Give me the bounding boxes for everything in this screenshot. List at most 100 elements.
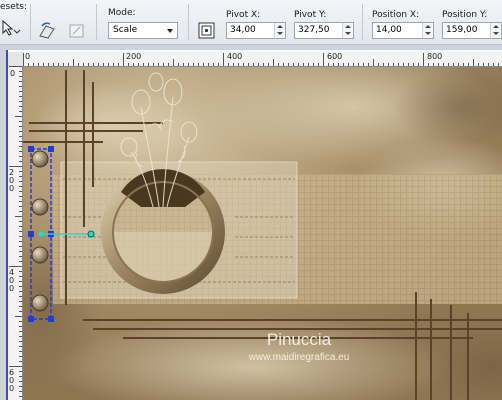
ruler-tick	[188, 63, 189, 66]
ruler-label: 400	[227, 52, 243, 61]
ruler-tick	[143, 63, 144, 66]
ruler-tick	[363, 63, 364, 66]
ruler-tick	[463, 63, 464, 66]
ruler-corner	[8, 52, 24, 67]
ruler-tick	[158, 63, 159, 66]
ruler-tick	[9, 166, 22, 167]
ruler-tick	[118, 63, 119, 66]
ruler-tick	[19, 201, 22, 202]
ruler-tick	[248, 63, 249, 66]
ruler-tick	[453, 63, 454, 66]
ruler-label: 200	[126, 52, 142, 61]
ruler-tick	[403, 63, 404, 66]
ruler-tick	[368, 63, 369, 66]
ruler-tick	[19, 256, 22, 257]
ruler-tick	[133, 63, 134, 66]
ruler-tick	[293, 63, 294, 66]
ruler-tick	[483, 63, 484, 66]
ruler-tick	[63, 63, 64, 66]
ruler-tick	[288, 63, 289, 66]
mode-select[interactable]: Scale	[108, 22, 178, 39]
reset-deform-icon[interactable]	[66, 20, 88, 42]
watermark-url: www.maidiregrafica.eu	[248, 352, 350, 363]
ruler-tick	[223, 53, 224, 66]
ruler-label: 200	[9, 168, 15, 193]
ruler-label: 0	[25, 52, 31, 61]
ruler-tick	[19, 261, 22, 262]
ruler-tick	[19, 161, 22, 162]
ruler-tick	[28, 63, 29, 66]
ruler-tick	[458, 63, 459, 66]
ruler-tick	[393, 63, 394, 66]
canvas-image[interactable]: Pinuccia www.maidiregrafica.eu	[23, 67, 502, 400]
ruler-tick	[19, 191, 22, 192]
spin-arrows-icon[interactable]	[342, 23, 353, 38]
ruler-tick	[88, 63, 89, 66]
ruler-tick	[178, 63, 179, 66]
ruler-tick	[19, 326, 22, 327]
ruler-tick	[263, 63, 264, 66]
ruler-label: 600	[327, 52, 343, 61]
ruler-tick	[19, 311, 22, 312]
ruler-tick	[68, 63, 69, 66]
ruler-tick	[148, 63, 149, 66]
ruler-tick	[268, 63, 269, 66]
reset-rotation-icon[interactable]	[36, 20, 58, 42]
ruler-tick	[19, 206, 22, 207]
pivot-point-icon[interactable]	[196, 20, 218, 42]
ruler-tick	[19, 101, 22, 102]
pivot-x-label: Pivot X:	[226, 10, 261, 20]
ruler-tick	[323, 53, 324, 66]
ruler-tick	[19, 296, 22, 297]
ruler-tick	[168, 63, 169, 66]
ruler-tick	[19, 271, 22, 272]
ruler-tick	[9, 66, 22, 67]
ruler-tick	[19, 176, 22, 177]
ruler-tick	[19, 141, 22, 142]
ruler-tick	[19, 281, 22, 282]
spin-arrows-icon[interactable]	[490, 23, 501, 38]
ruler-tick	[48, 63, 49, 66]
ruler-tick	[388, 63, 389, 66]
ruler-tick	[193, 63, 194, 66]
ruler-tick	[273, 59, 274, 66]
ruler-tick	[38, 63, 39, 66]
ruler-tick	[19, 71, 22, 72]
ruler-tick	[19, 351, 22, 352]
pivot-y-field[interactable]: 327,50	[294, 22, 354, 39]
ruler-tick	[123, 53, 124, 66]
ruler-tick	[19, 96, 22, 97]
position-y-label: Position Y:	[442, 10, 488, 20]
ruler-tick	[23, 53, 24, 66]
ruler-label: 800	[427, 52, 443, 61]
ruler-tick	[308, 63, 309, 66]
ruler-label: 400	[9, 268, 15, 293]
pick-tool-preset-icon[interactable]	[0, 18, 22, 40]
ruler-label: 0	[10, 69, 16, 78]
ruler-tick	[228, 63, 229, 66]
ruler-tick	[153, 63, 154, 66]
ruler-tick	[19, 241, 22, 242]
ruler-tick	[19, 121, 22, 122]
ruler-tick	[33, 63, 34, 66]
ruler-tick	[19, 336, 22, 337]
ruler-tick	[493, 63, 494, 66]
ruler-tick	[19, 111, 22, 112]
ruler-tick	[183, 63, 184, 66]
ruler-tick	[218, 63, 219, 66]
mode-label: Mode:	[108, 8, 136, 18]
position-y-field[interactable]: 159,00	[442, 22, 502, 39]
position-x-field[interactable]: 14,00	[372, 22, 434, 39]
ruler-tick	[378, 63, 379, 66]
pivot-x-field[interactable]: 34,00	[226, 22, 286, 39]
ruler-tick	[238, 63, 239, 66]
ruler-tick	[83, 63, 84, 66]
ruler-tick	[108, 63, 109, 66]
ruler-tick	[19, 391, 22, 392]
ruler-tick	[103, 63, 104, 66]
spin-arrows-icon[interactable]	[274, 23, 285, 38]
chevron-down-icon	[167, 29, 173, 33]
ruler-tick	[19, 91, 22, 92]
ruler-tick	[19, 236, 22, 237]
spin-arrows-icon[interactable]	[422, 23, 433, 38]
